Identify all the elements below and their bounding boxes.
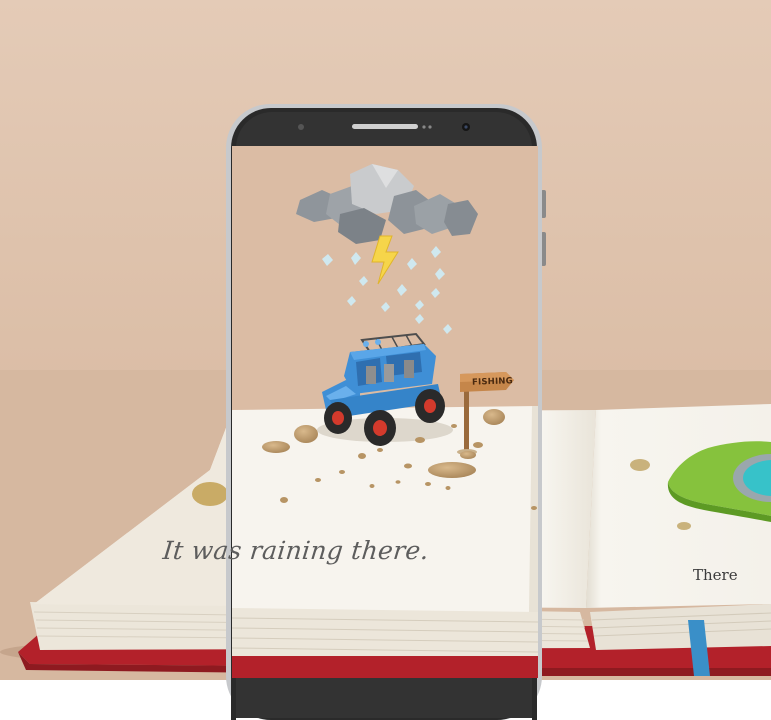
page-spot [192, 482, 228, 506]
left-page-caption: It was raining there. [161, 536, 431, 565]
page-spot [677, 522, 691, 530]
storybook-scene [0, 0, 771, 720]
phone-chin-edge [532, 678, 537, 720]
screen-cover [232, 656, 538, 678]
speaker-dot [422, 125, 426, 129]
phone-chin-edge [231, 678, 236, 720]
page-spot [630, 459, 650, 471]
front-camera-lens [464, 125, 468, 129]
fishing-sign-label: FISHING [471, 376, 514, 388]
front-sensor [298, 124, 304, 130]
earpiece-speaker [352, 124, 418, 129]
phone-chin [236, 678, 532, 718]
right-page-caption: There [693, 566, 738, 584]
screen-scene [231, 146, 539, 678]
speaker-dot [428, 125, 432, 129]
